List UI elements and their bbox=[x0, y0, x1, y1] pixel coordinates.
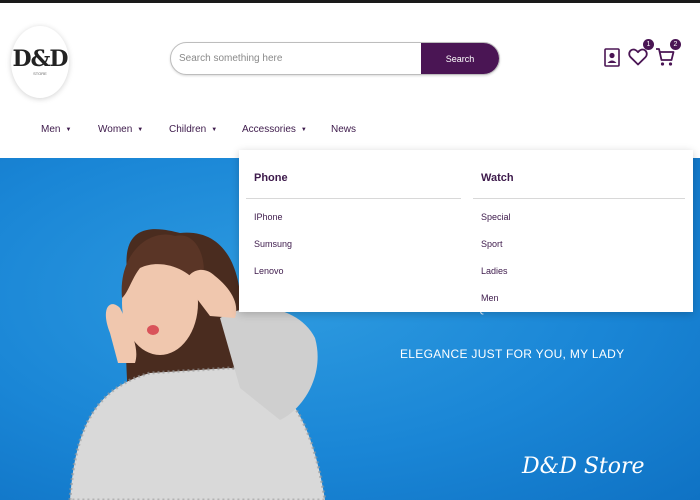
cart-count-badge: 2 bbox=[670, 39, 681, 50]
nav-item-label: News bbox=[331, 124, 357, 135]
nav-item-accessories[interactable]: Accessories ▼ bbox=[242, 124, 307, 135]
nav-item-women[interactable]: Women ▼ bbox=[98, 124, 143, 135]
top-border bbox=[0, 0, 700, 3]
user-icon bbox=[604, 47, 620, 67]
dropdown-link-lenovo[interactable]: Lenovo bbox=[254, 266, 284, 276]
hero-subtitle: ELEGANCE JUST FOR YOU, MY LADY bbox=[400, 347, 625, 361]
wishlist-count-badge: 1 bbox=[643, 39, 654, 50]
main-nav: Men ▼ Women ▼ Children ▼ Accessories ▼ N… bbox=[0, 124, 700, 144]
nav-item-children[interactable]: Children ▼ bbox=[169, 124, 217, 135]
account-icon-button[interactable] bbox=[601, 46, 623, 68]
nav-item-label: Men bbox=[41, 124, 61, 135]
nav-item-label: Children bbox=[169, 124, 207, 135]
nav-item-label: Women bbox=[98, 124, 133, 135]
store-logo[interactable]: D&D STORE bbox=[11, 26, 69, 98]
cart-button[interactable]: 2 bbox=[654, 39, 681, 68]
search-input[interactable] bbox=[171, 43, 421, 74]
cart-icon bbox=[656, 48, 675, 66]
heart-icon bbox=[628, 48, 648, 66]
nav-item-label: Accessories bbox=[242, 124, 296, 135]
search-button[interactable]: Search bbox=[421, 43, 499, 74]
chevron-down-icon: ▼ bbox=[300, 126, 307, 133]
chevron-down-icon: ▼ bbox=[211, 126, 218, 133]
divider bbox=[246, 198, 461, 199]
accessories-dropdown: Phone IPhone Sumsung Lenovo Watch Specia… bbox=[239, 150, 693, 312]
dropdown-link-sumsung[interactable]: Sumsung bbox=[254, 239, 292, 249]
wishlist-button[interactable]: 1 bbox=[627, 39, 654, 68]
dropdown-link-iphone[interactable]: IPhone bbox=[254, 212, 283, 222]
dropdown-link-special[interactable]: Special bbox=[481, 212, 511, 222]
chevron-down-icon: ▼ bbox=[65, 126, 72, 133]
dropdown-link-men[interactable]: Men bbox=[481, 293, 499, 303]
dropdown-link-sport[interactable]: Sport bbox=[481, 239, 503, 249]
divider bbox=[473, 198, 685, 199]
hero-signature: D&D Store bbox=[522, 454, 645, 479]
dropdown-heading-phone: Phone bbox=[254, 172, 288, 184]
search-bar: Search bbox=[170, 42, 500, 75]
nav-item-men[interactable]: Men ▼ bbox=[41, 124, 71, 135]
dropdown-heading-watch: Watch bbox=[481, 172, 514, 184]
logo-mark: D&D bbox=[12, 46, 68, 72]
dropdown-link-ladies[interactable]: Ladies bbox=[481, 266, 508, 276]
logo-subtitle: STORE bbox=[33, 71, 47, 76]
chevron-down-icon: ▼ bbox=[137, 126, 144, 133]
nav-item-news[interactable]: News bbox=[331, 124, 356, 135]
